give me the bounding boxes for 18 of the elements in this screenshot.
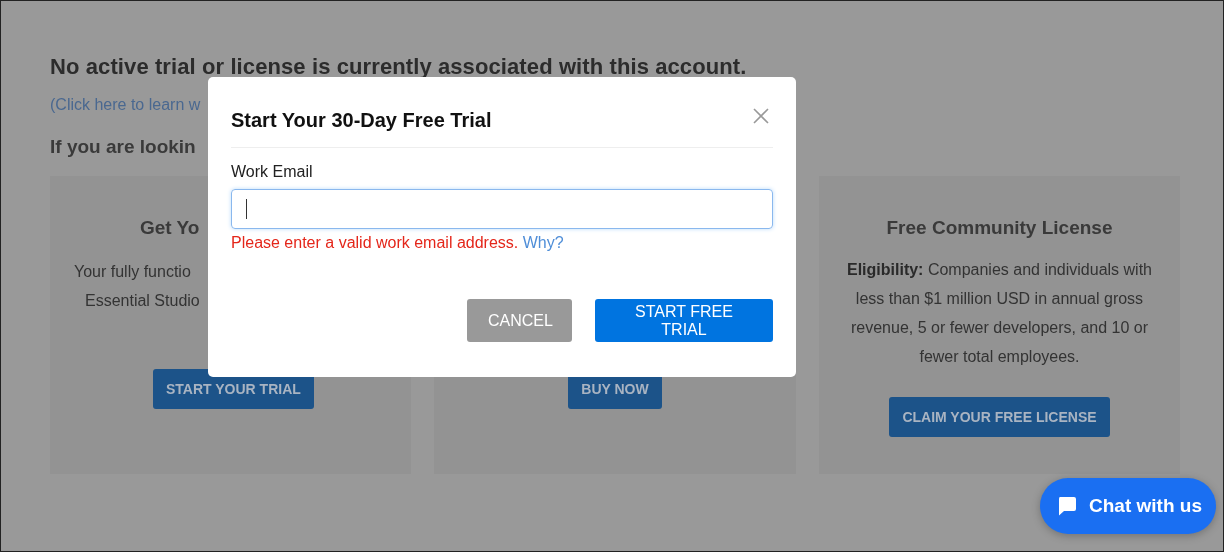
- why-link[interactable]: Why?: [522, 234, 564, 251]
- card-title: Get Yo: [139, 216, 200, 240]
- page-heading: No active trial or license is currently associated with this account.: [50, 53, 748, 81]
- card-text: Your fully functio: [73, 262, 191, 282]
- close-icon[interactable]: [753, 108, 769, 124]
- field-label: Work Email: [231, 162, 314, 182]
- dialog-title: Start Your 30-Day Free Trial: [231, 108, 492, 132]
- dialog-button[interactable]: START FREE TRIAL: [595, 299, 773, 342]
- speech-bubble-icon: [1056, 495, 1078, 517]
- intro-text: If you are lookin: [50, 135, 197, 159]
- card-title: Free Community License: [886, 216, 1113, 240]
- chat-button[interactable]: Chat with us: [1040, 478, 1216, 534]
- card-button[interactable]: CLAIM YOUR FREE LICENSE: [889, 397, 1110, 437]
- card-text: Eligibility: Companies and individuals with less than $1 million USD in annual gross revenue, 5 or fewer developers, and 10 or fewer total employees.: [846, 260, 1153, 367]
- error-message: Please enter a valid work email address. Why?: [231, 233, 565, 253]
- email-field[interactable]: [231, 189, 773, 229]
- card-text: Essential Studio: [84, 291, 200, 311]
- dialog-button[interactable]: CANCEL: [467, 299, 572, 342]
